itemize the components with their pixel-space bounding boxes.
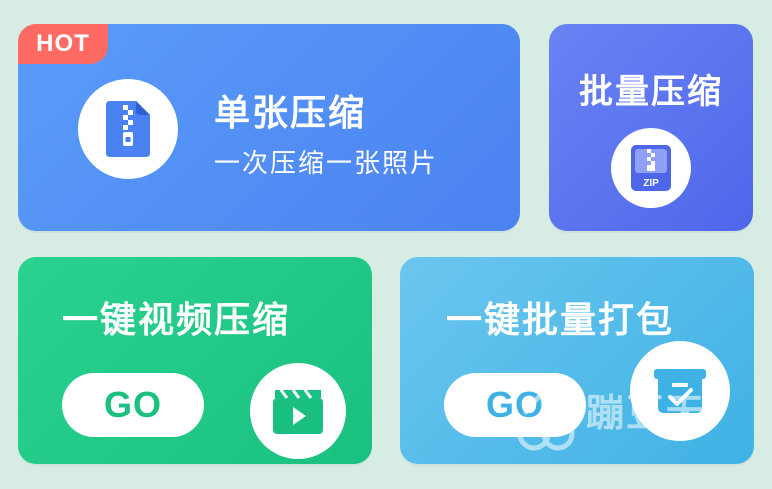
video-clapper-icon [250,363,346,459]
hot-badge: HOT [18,24,108,64]
single-compress-subtitle: 一次压缩一张照片 [214,149,439,179]
video-go-button[interactable]: GO [62,373,204,437]
zip-label: ZIP [643,178,659,189]
single-compress-title: 单张压缩 [214,93,367,134]
video-compress-card[interactable]: 一键视频压缩 GO [18,257,372,464]
batch-compress-card[interactable]: 批量压缩 ZIP [549,24,753,231]
zip-file-icon [78,79,178,179]
single-compress-card[interactable]: HOT 单张压缩 一次压缩一张照片 [18,24,520,231]
watermark: 蹦豆无 [516,376,746,460]
video-compress-title: 一键视频压缩 [62,300,291,341]
watermark-text: 蹦豆无 [586,391,707,435]
batch-compress-title: 批量压缩 [579,72,723,112]
zip-archive-icon: ZIP [611,128,691,208]
watermark-logo-icon [517,386,575,451]
batch-pack-title: 一键批量打包 [446,300,675,341]
